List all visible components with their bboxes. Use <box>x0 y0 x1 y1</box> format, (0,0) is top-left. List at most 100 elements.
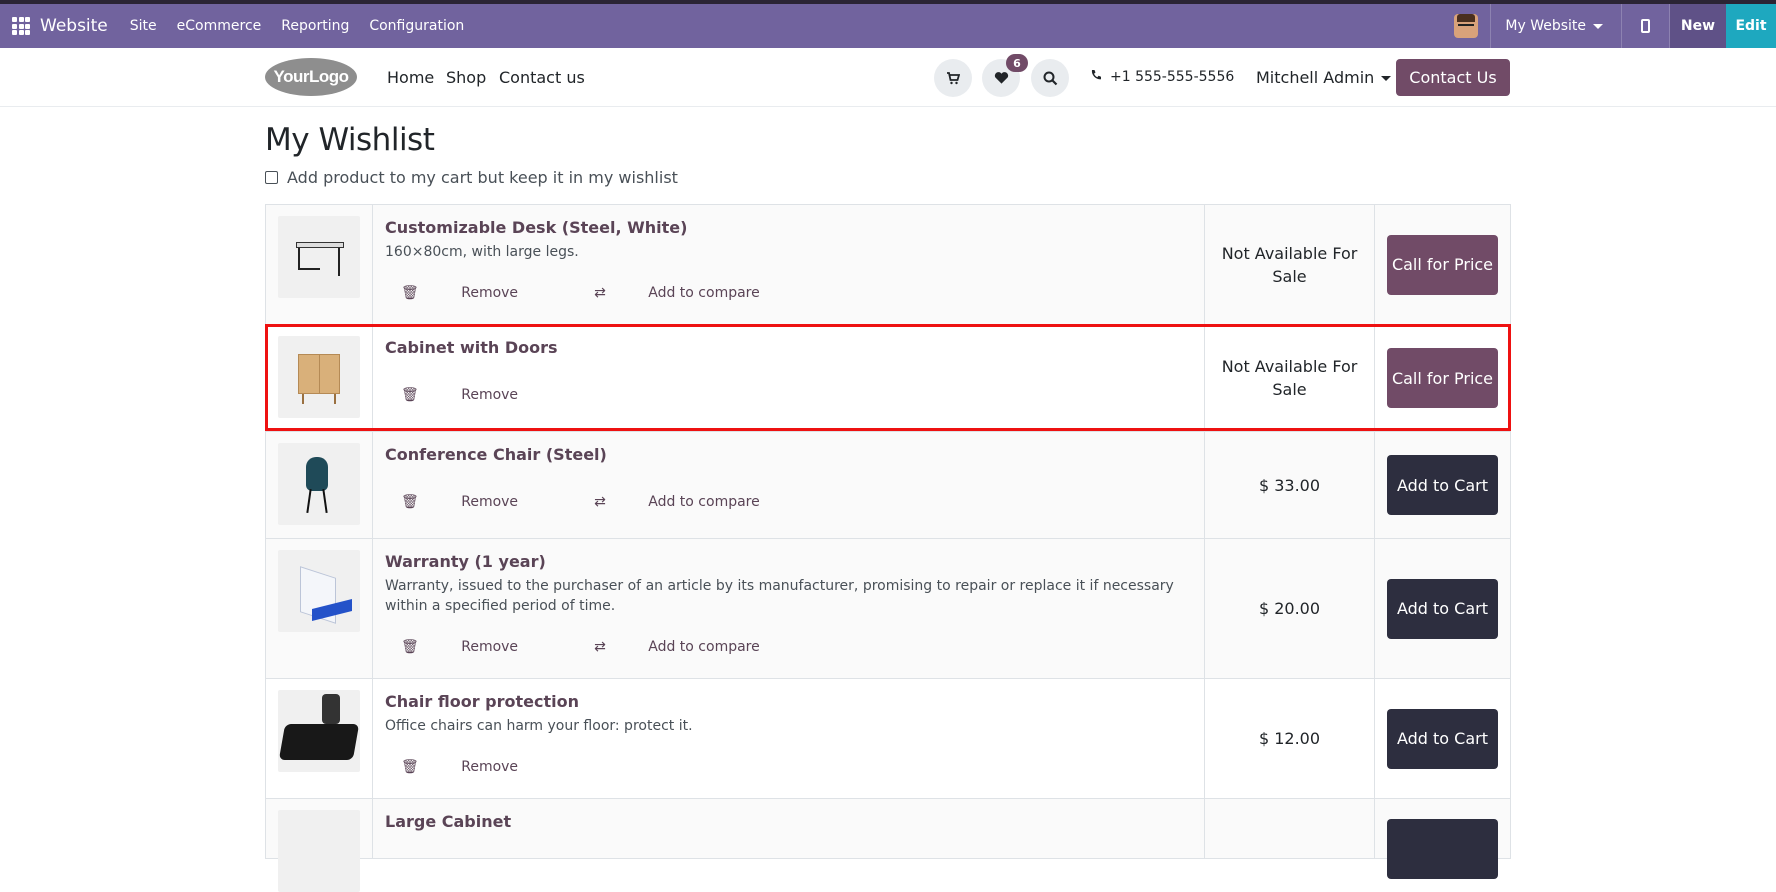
compare-link[interactable]: ⇄ Add to compare <box>594 639 798 655</box>
product-image[interactable] <box>278 443 360 525</box>
remove-link[interactable]: 🗑 Remove <box>401 285 556 301</box>
product-image-cell <box>265 799 373 892</box>
remove-link[interactable]: 🗑 Remove <box>401 387 556 403</box>
website-header: YourLogo Home Shop Contact us 6 +1 555-5… <box>0 48 1776 107</box>
wishlist-table: Customizable Desk (Steel, White) 160×80c… <box>265 204 1511 892</box>
remove-label: Remove <box>461 285 519 301</box>
contact-us-button[interactable]: Contact Us <box>1396 59 1510 96</box>
add-to-cart-button[interactable]: Add to Cart <box>1387 578 1498 639</box>
wishlist-count-badge: 6 <box>1006 54 1028 72</box>
action-cell: Add to Cart <box>1375 679 1511 798</box>
site-logo[interactable]: YourLogo <box>265 58 357 96</box>
remove-label: Remove <box>461 387 519 403</box>
call-for-price-button[interactable]: Call for Price <box>1387 348 1498 408</box>
compare-link[interactable]: ⇄ Add to compare <box>594 285 798 301</box>
table-row: Conference Chair (Steel) 🗑 Remove ⇄ Add … <box>265 432 1511 539</box>
search-icon[interactable] <box>1031 59 1069 97</box>
product-image-cell <box>265 205 373 324</box>
trash-icon: 🗑 <box>401 494 419 510</box>
remove-label: Remove <box>461 759 519 775</box>
action-cell <box>1375 799 1511 879</box>
menu-ecommerce[interactable]: eCommerce <box>177 18 262 34</box>
action-cell: Add to Cart <box>1375 432 1511 538</box>
website-switcher[interactable]: My Website <box>1491 4 1622 48</box>
add-to-cart-button[interactable]: Add to Cart <box>1387 708 1498 769</box>
action-cell: Call for Price <box>1375 205 1511 324</box>
odoo-navbar: Website Site eCommerce Reporting Configu… <box>0 0 1776 48</box>
add-to-cart-button[interactable]: Add to Cart <box>1387 455 1498 515</box>
menu-site[interactable]: Site <box>130 18 157 34</box>
wishlist-heart-icon[interactable]: 6 <box>982 54 1028 97</box>
trash-icon: 🗑 <box>401 285 419 301</box>
product-name[interactable]: Customizable Desk (Steel, White) <box>385 218 687 237</box>
new-button[interactable]: New <box>1670 4 1726 48</box>
remove-link[interactable]: 🗑 Remove <box>401 639 556 655</box>
compare-arrows-icon: ⇄ <box>594 494 606 510</box>
nav-home[interactable]: Home <box>387 68 434 87</box>
price-cell: $ 20.00 <box>1204 539 1375 678</box>
product-image[interactable] <box>278 550 360 632</box>
action-cell: Add to Cart <box>1375 539 1511 678</box>
add-to-cart-button[interactable] <box>1387 819 1498 879</box>
edit-button[interactable]: Edit <box>1726 4 1776 48</box>
website-switcher-label: My Website <box>1505 18 1586 34</box>
product-image[interactable] <box>278 336 360 418</box>
caret-down-icon <box>1381 76 1392 81</box>
remove-label: Remove <box>461 639 519 655</box>
menu-configuration[interactable]: Configuration <box>369 18 464 34</box>
keep-in-wishlist-checkbox[interactable] <box>265 171 278 184</box>
mobile-preview-icon[interactable] <box>1622 4 1670 48</box>
call-for-price-button[interactable]: Call for Price <box>1387 234 1498 295</box>
price-cell: $ 12.00 <box>1204 679 1375 798</box>
table-row: Chair floor protection Office chairs can… <box>265 679 1511 799</box>
product-image-cell <box>265 432 373 538</box>
price-cell: Not Available For Sale <box>1204 325 1375 431</box>
menu-reporting[interactable]: Reporting <box>281 18 349 34</box>
product-name[interactable]: Warranty (1 year) <box>385 552 546 571</box>
keep-in-wishlist-option[interactable]: Add product to my cart but keep it in my… <box>265 168 678 187</box>
product-description: Office chairs can harm your floor: prote… <box>385 718 693 734</box>
compare-link[interactable]: ⇄ Add to compare <box>594 494 798 510</box>
app-brand[interactable]: Website <box>40 16 108 36</box>
compare-label: Add to compare <box>648 494 760 510</box>
price-cell: $ 33.00 <box>1204 432 1375 538</box>
trash-icon: 🗑 <box>401 639 419 655</box>
remove-link[interactable]: 🗑 Remove <box>401 494 556 510</box>
nav-contact-us[interactable]: Contact us <box>499 68 585 87</box>
product-name[interactable]: Chair floor protection <box>385 692 579 711</box>
remove-label: Remove <box>461 494 519 510</box>
table-row: Warranty (1 year) Warranty, issued to th… <box>265 539 1511 679</box>
product-image-cell <box>265 325 373 431</box>
product-name[interactable]: Large Cabinet <box>385 812 511 831</box>
user-menu[interactable]: Mitchell Admin <box>1256 68 1392 87</box>
product-image[interactable] <box>278 216 360 298</box>
phone-icon <box>1090 69 1102 85</box>
product-image[interactable] <box>278 810 360 892</box>
action-cell: Call for Price <box>1375 325 1511 431</box>
product-name[interactable]: Cabinet with Doors <box>385 338 558 357</box>
price-cell <box>1204 799 1375 858</box>
trash-icon: 🗑 <box>401 759 419 775</box>
apps-menu-icon[interactable] <box>12 17 30 35</box>
product-name[interactable]: Conference Chair (Steel) <box>385 445 607 464</box>
price-cell: Not Available For Sale <box>1204 205 1375 324</box>
avatar <box>1453 14 1478 38</box>
product-description: 160×80cm, with large legs. <box>385 244 579 260</box>
table-row: Large Cabinet <box>265 799 1511 892</box>
page-title: My Wishlist <box>265 122 435 158</box>
phone-link[interactable]: +1 555-555-5556 <box>1090 69 1234 85</box>
cart-icon[interactable] <box>934 59 972 97</box>
trash-icon: 🗑 <box>401 387 419 403</box>
remove-link[interactable]: 🗑 Remove <box>401 759 556 775</box>
user-avatar-button[interactable] <box>1441 4 1492 48</box>
nav-shop[interactable]: Shop <box>446 68 486 87</box>
phone-number: +1 555-555-5556 <box>1110 69 1235 85</box>
product-image[interactable] <box>278 690 360 772</box>
keep-in-wishlist-label: Add product to my cart but keep it in my… <box>287 168 678 187</box>
compare-label: Add to compare <box>648 639 760 655</box>
product-image-cell <box>265 539 373 678</box>
user-name: Mitchell Admin <box>1256 68 1375 87</box>
table-row: Cabinet with Doors 🗑 Remove Not Availabl… <box>265 325 1511 432</box>
caret-down-icon <box>1593 23 1603 29</box>
product-description: Warranty, issued to the purchaser of an … <box>385 578 1174 614</box>
